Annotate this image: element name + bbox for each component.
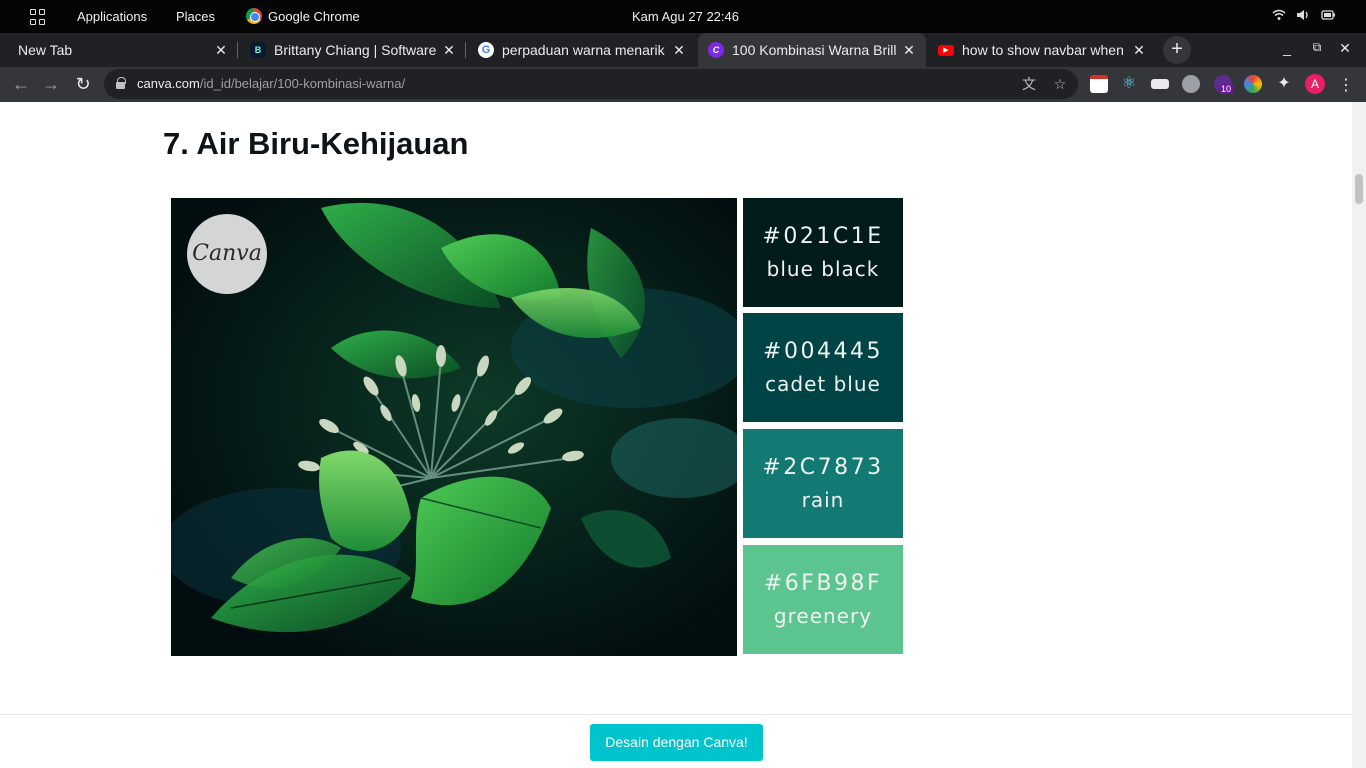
address-bar[interactable]: canva.com/id_id/belajar/100-kombinasi-wa… [104,69,1078,99]
tab-title: perpaduan warna menarik [502,42,665,58]
chrome-icon [246,8,262,24]
extension-badge: 10 [1219,84,1234,94]
tab-title: New Tab [18,42,73,58]
tab-brittany-chiang[interactable]: B Brittany Chiang | Software ✕ [240,33,466,67]
plant-photo: Canva [171,198,737,656]
swatch-name: blue black [766,257,880,281]
block-extension-icon[interactable] [1182,75,1200,93]
tab-youtube[interactable]: ▶ how to show navbar when ✕ [928,33,1156,67]
close-icon[interactable]: ✕ [438,42,460,59]
tab-google-search[interactable]: G perpaduan warna menarik ✕ [468,33,696,67]
tab-title: how to show navbar when [962,42,1124,58]
tab-title: Brittany Chiang | Software [274,42,437,58]
places-menu[interactable]: Places [176,9,215,24]
design-with-canva-button[interactable]: Desain dengan Canva! [590,724,763,761]
tab-title: 100 Kombinasi Warna Brill [732,42,897,58]
tab-strip: New Tab ✕ B Brittany Chiang | Software ✕… [0,33,1366,67]
youtube-icon: ▶ [938,44,954,56]
swatch-hex: #021C1E [762,224,884,249]
google-icon: G [478,42,494,58]
tab-canva-active[interactable]: C 100 Kombinasi Warna Brill ✕ [698,33,926,67]
swatch-name: rain [801,488,845,512]
swatch-rain: #2C7873 rain [743,429,903,538]
translate-icon[interactable]: 文 [1020,75,1038,93]
clock[interactable]: Kam Agu 27 22:46 [632,9,739,24]
url-domain: canva.com [137,76,200,91]
back-arrow-icon[interactable]: ← [9,73,33,97]
calendar-extension-icon[interactable] [1090,75,1108,93]
tab-extension-icon[interactable] [1151,79,1169,89]
swatch-hex: #2C7873 [762,455,884,480]
activities-grid-icon[interactable] [30,9,46,25]
swatch-hex: #004445 [763,339,883,364]
swatch-blue-black: #021C1E blue black [743,198,903,307]
wifi-icon[interactable] [1272,9,1286,24]
scrollbar-thumb[interactable] [1355,174,1363,204]
applications-menu[interactable]: Applications [77,9,147,24]
minimize-icon[interactable]: _ [1277,40,1297,56]
url-text[interactable]: canva.com/id_id/belajar/100-kombinasi-wa… [137,76,405,91]
system-top-bar: Applications Places Google Chrome Kam Ag… [0,0,1366,33]
close-icon[interactable]: ✕ [668,42,690,59]
volume-icon[interactable] [1296,9,1310,24]
close-icon[interactable]: ✕ [1128,42,1150,59]
section-heading: 7. Air Biru-Kehijauan [163,126,469,161]
new-tab-button[interactable]: + [1163,36,1191,64]
battery-icon[interactable] [1321,9,1336,24]
forward-arrow-icon[interactable]: → [39,73,63,97]
react-devtools-icon[interactable]: ⚛ [1120,75,1138,93]
canva-icon: C [708,42,724,58]
canva-logo: Canva [187,214,267,294]
restore-icon[interactable]: ⧉ [1307,40,1327,55]
page-content: 7. Air Biru-Kehijauan Canva #021C1E blue… [0,102,1366,768]
close-icon[interactable]: ✕ [210,42,232,59]
bookmark-star-icon[interactable]: ☆ [1051,75,1069,93]
swatch-name: cadet blue [765,372,881,396]
menu-kebab-icon[interactable]: ⋮ [1338,75,1354,95]
active-app-name[interactable]: Google Chrome [268,9,360,24]
page-scrollbar[interactable] [1352,102,1366,768]
close-window-icon[interactable]: ✕ [1335,40,1355,57]
profile-avatar[interactable]: A [1305,74,1325,94]
url-path: /id_id/belajar/100-kombinasi-warna/ [199,76,406,91]
swatch-greenery: #6FB98F greenery [743,545,903,654]
swatch-cadet-blue: #004445 cadet blue [743,313,903,422]
close-icon[interactable]: ✕ [898,42,920,59]
color-picker-extension-icon[interactable] [1244,75,1262,93]
sticky-cta-bar: Desain dengan Canva! [0,714,1352,768]
b-icon: B [250,42,266,58]
tab-new-tab[interactable]: New Tab ✕ [8,33,238,67]
swatch-name: greenery [773,604,873,628]
extensions-puzzle-icon[interactable]: ✦ [1275,75,1293,93]
browser-toolbar: ← → ↻ canva.com/id_id/belajar/100-kombin… [0,67,1366,102]
swatch-hex: #6FB98F [763,571,883,596]
reload-icon[interactable]: ↻ [71,73,95,97]
lock-icon[interactable] [116,77,126,89]
